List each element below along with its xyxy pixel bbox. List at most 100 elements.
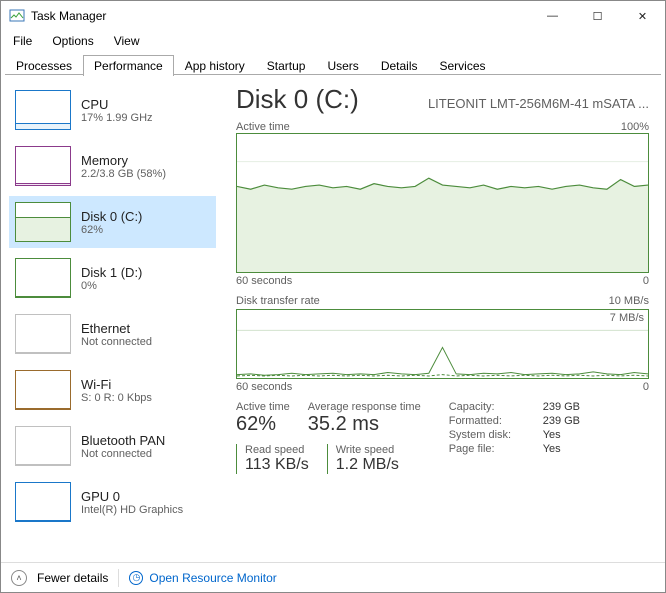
chart1-left-label: Active time xyxy=(236,121,290,133)
kv-value: Yes xyxy=(543,429,561,441)
tab-details[interactable]: Details xyxy=(370,55,429,76)
chart2-x-right: 0 xyxy=(643,381,649,393)
detail-panel: Disk 0 (C:) LITEONIT LMT-256M6M-41 mSATA… xyxy=(216,84,665,562)
title-bar: Task Manager — ☐ ✕ xyxy=(1,1,665,31)
tab-strip: Processes Performance App history Startu… xyxy=(1,51,665,75)
read-speed-block: Read speed 113 KB/s xyxy=(236,444,327,474)
active-time-chart-labels: Active time 100% xyxy=(236,121,649,133)
sidebar-item-subtitle: 62% xyxy=(81,224,142,236)
chart2-inner-label: 7 MB/s xyxy=(610,312,644,324)
chevron-up-icon[interactable]: ˄ xyxy=(11,570,27,586)
minimize-button[interactable]: — xyxy=(530,1,575,31)
sidebar-item-subtitle: Not connected xyxy=(81,448,165,460)
tab-startup[interactable]: Startup xyxy=(256,55,317,76)
sidebar-thumb xyxy=(15,90,71,130)
sidebar-item-memory[interactable]: Memory2.2/3.8 GB (58%) xyxy=(9,140,216,192)
sidebar-thumb xyxy=(15,314,71,354)
sidebar-item-subtitle: 0% xyxy=(81,280,142,292)
active-time-value: 62% xyxy=(236,413,290,436)
chart2-left-label: Disk transfer rate xyxy=(236,295,320,307)
kv-key: Page file: xyxy=(449,443,529,455)
sidebar-item-title: Disk 0 (C:) xyxy=(81,209,142,224)
footer-separator xyxy=(118,569,119,587)
sidebar-item-gpu-0[interactable]: GPU 0Intel(R) HD Graphics xyxy=(9,476,216,528)
chart2-right-label: 10 MB/s xyxy=(609,295,649,307)
sidebar-thumb xyxy=(15,482,71,522)
chart2-x-axis: 60 seconds 0 xyxy=(236,381,649,393)
sidebar[interactable]: CPU17% 1.99 GHzMemory2.2/3.8 GB (58%)Dis… xyxy=(1,84,216,562)
app-icon xyxy=(9,8,25,24)
window-title: Task Manager xyxy=(31,9,106,23)
sidebar-item-cpu[interactable]: CPU17% 1.99 GHz xyxy=(9,84,216,136)
kv-value: 239 GB xyxy=(543,415,580,427)
sidebar-item-subtitle: Not connected xyxy=(81,336,152,348)
sidebar-item-disk-0-c-[interactable]: Disk 0 (C:)62% xyxy=(9,196,216,248)
sidebar-item-subtitle: 2.2/3.8 GB (58%) xyxy=(81,168,166,180)
detail-model: LITEONIT LMT-256M6M-41 mSATA ... xyxy=(428,96,649,111)
menu-options[interactable]: Options xyxy=(44,32,101,50)
sidebar-item-subtitle: Intel(R) HD Graphics xyxy=(81,504,183,516)
detail-header: Disk 0 (C:) LITEONIT LMT-256M6M-41 mSATA… xyxy=(236,84,649,115)
detail-title: Disk 0 (C:) xyxy=(236,84,359,115)
tab-processes[interactable]: Processes xyxy=(5,55,83,76)
menu-bar: File Options View xyxy=(1,31,665,51)
chart2-x-left: 60 seconds xyxy=(236,381,292,393)
read-write-row: Read speed 113 KB/s Write speed 1.2 MB/s xyxy=(236,444,421,474)
transfer-chart-labels: Disk transfer rate 10 MB/s xyxy=(236,295,649,307)
sidebar-item-title: Ethernet xyxy=(81,321,152,336)
resmon-label: Open Resource Monitor xyxy=(149,571,276,585)
sidebar-item-ethernet[interactable]: EthernetNot connected xyxy=(9,308,216,360)
kv-row: System disk: Yes xyxy=(449,429,580,441)
kv-key: Capacity: xyxy=(449,401,529,413)
tab-performance[interactable]: Performance xyxy=(83,55,174,76)
stats-col-right: Capacity:239 GBFormatted:239 GBSystem di… xyxy=(449,401,580,474)
sidebar-item-title: Wi-Fi xyxy=(81,377,152,392)
sidebar-item-subtitle: S: 0 R: 0 Kbps xyxy=(81,392,152,404)
sidebar-thumb xyxy=(15,426,71,466)
sidebar-item-title: Disk 1 (D:) xyxy=(81,265,142,280)
chart1-right-label: 100% xyxy=(621,121,649,133)
active-time-label: Active time xyxy=(236,401,290,413)
sidebar-item-disk-1-d-[interactable]: Disk 1 (D:)0% xyxy=(9,252,216,304)
read-label: Read speed xyxy=(245,444,309,456)
maximize-button[interactable]: ☐ xyxy=(575,1,620,31)
chart1-x-left: 60 seconds xyxy=(236,275,292,287)
tab-users[interactable]: Users xyxy=(316,55,369,76)
sidebar-item-subtitle: 17% 1.99 GHz xyxy=(81,112,153,124)
main-content: CPU17% 1.99 GHzMemory2.2/3.8 GB (58%)Dis… xyxy=(1,75,665,562)
open-resource-monitor-link[interactable]: ◷ Open Resource Monitor xyxy=(129,571,276,585)
avg-resp-label: Average response time xyxy=(308,401,421,413)
tab-services[interactable]: Services xyxy=(429,55,497,76)
kv-value: Yes xyxy=(543,443,561,455)
write-value: 1.2 MB/s xyxy=(336,456,399,474)
sidebar-item-title: GPU 0 xyxy=(81,489,183,504)
footer: ˄ Fewer details ◷ Open Resource Monitor xyxy=(1,562,665,592)
active-time-chart xyxy=(236,133,649,273)
stats-row: Active time 62% Average response time 35… xyxy=(236,401,649,474)
kv-row: Capacity: 239 GB xyxy=(449,401,580,413)
write-speed-block: Write speed 1.2 MB/s xyxy=(327,444,417,474)
kv-value: 239 GB xyxy=(543,401,580,413)
chart1-x-right: 0 xyxy=(643,275,649,287)
resmon-icon: ◷ xyxy=(129,571,143,585)
close-button[interactable]: ✕ xyxy=(620,1,665,31)
kv-row: Page file: Yes xyxy=(449,443,580,455)
chart1-x-axis: 60 seconds 0 xyxy=(236,275,649,287)
sidebar-item-wi-fi[interactable]: Wi-FiS: 0 R: 0 Kbps xyxy=(9,364,216,416)
write-label: Write speed xyxy=(336,444,399,456)
sidebar-item-bluetooth-pan[interactable]: Bluetooth PANNot connected xyxy=(9,420,216,472)
kv-key: System disk: xyxy=(449,429,529,441)
menu-file[interactable]: File xyxy=(5,32,40,50)
sidebar-item-title: CPU xyxy=(81,97,153,112)
sidebar-thumb xyxy=(15,202,71,242)
stats-col-left: Active time 62% Average response time 35… xyxy=(236,401,421,474)
transfer-rate-chart: 7 MB/s xyxy=(236,309,649,379)
fewer-details-link[interactable]: Fewer details xyxy=(37,571,108,585)
sidebar-item-title: Memory xyxy=(81,153,166,168)
kv-row: Formatted:239 GB xyxy=(449,415,580,427)
sidebar-thumb xyxy=(15,258,71,298)
tab-app-history[interactable]: App history xyxy=(174,55,256,76)
sidebar-thumb xyxy=(15,146,71,186)
menu-view[interactable]: View xyxy=(106,32,148,50)
read-value: 113 KB/s xyxy=(245,456,309,474)
